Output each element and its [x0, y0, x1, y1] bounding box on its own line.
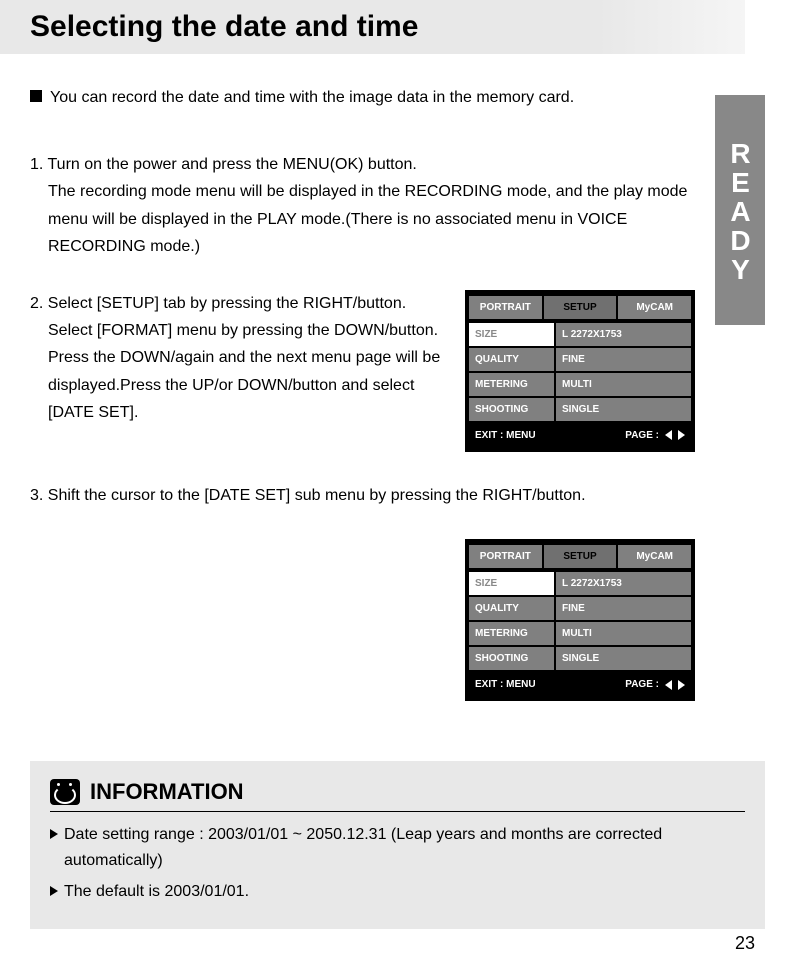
step-1: 1. Turn on the power and press the MENU(…	[30, 151, 695, 260]
value-metering: MULTI	[556, 373, 691, 396]
tab-setup: SETUP	[544, 296, 617, 319]
tab-portrait-2: PORTRAIT	[469, 545, 542, 568]
page-label-2: PAGE :	[625, 676, 659, 693]
info-item2-text: The default is 2003/01/01.	[64, 879, 249, 905]
triangle-left-icon	[665, 430, 672, 440]
tab-mycam-2: MyCAM	[618, 545, 691, 568]
label-size-2: SIZE	[469, 572, 554, 595]
title-bar: Selecting the date and time	[0, 0, 745, 54]
info-item1-text: Date setting range : 2003/01/01 ~ 2050.1…	[64, 822, 745, 873]
screen2-wrapper: PORTRAIT SETUP MyCAM SIZE L 2272X1753 QU…	[30, 539, 695, 701]
row-quality: QUALITY FINE	[469, 348, 691, 371]
value-size-2: L 2272X1753	[556, 572, 691, 595]
row-metering: METERING MULTI	[469, 373, 691, 396]
screen1-footer: EXIT : MENU PAGE :	[469, 421, 691, 446]
step1-line1: 1. Turn on the power and press the MENU(…	[30, 151, 695, 178]
row-quality-2: QUALITY FINE	[469, 597, 691, 620]
label-quality-2: QUALITY	[469, 597, 554, 620]
value-size: L 2272X1753	[556, 323, 691, 346]
label-metering: METERING	[469, 373, 554, 396]
value-quality-2: FINE	[556, 597, 691, 620]
page-arrows: PAGE :	[625, 427, 685, 444]
side-tab-ready: READY	[715, 95, 765, 325]
step-2: 2. Select [SETUP] tab by pressing the RI…	[30, 290, 695, 452]
triangle-left-icon-2	[665, 680, 672, 690]
information-box: INFORMATION Date setting range : 2003/01…	[30, 761, 765, 929]
side-tab-label: READY	[724, 138, 756, 283]
tab-setup-2: SETUP	[544, 545, 617, 568]
step3-text: 3. Shift the cursor to the [DATE SET] su…	[30, 482, 695, 509]
screen1-tabs: PORTRAIT SETUP MyCAM	[469, 296, 691, 319]
label-shooting: SHOOTING	[469, 398, 554, 421]
tab-mycam: MyCAM	[618, 296, 691, 319]
page-arrows-2: PAGE :	[625, 676, 685, 693]
row-size-2: SIZE L 2272X1753	[469, 572, 691, 595]
content-area: You can record the date and time with th…	[0, 54, 795, 701]
screen1-rows: SIZE L 2272X1753 QUALITY FINE METERING M…	[469, 323, 691, 421]
triangle-right-icon-2	[678, 680, 685, 690]
step2-text: 2. Select [SETUP] tab by pressing the RI…	[30, 290, 445, 426]
value-metering-2: MULTI	[556, 622, 691, 645]
row-metering-2: METERING MULTI	[469, 622, 691, 645]
exit-label: EXIT : MENU	[475, 427, 536, 444]
row-shooting-2: SHOOTING SINGLE	[469, 647, 691, 670]
step1-line2: The recording mode menu will be displaye…	[30, 178, 695, 260]
value-quality: FINE	[556, 348, 691, 371]
camera-screen-1: PORTRAIT SETUP MyCAM SIZE L 2272X1753 QU…	[465, 290, 695, 452]
page-number: 23	[735, 933, 755, 954]
intro-paragraph: You can record the date and time with th…	[30, 84, 695, 111]
value-shooting: SINGLE	[556, 398, 691, 421]
info-item-1: Date setting range : 2003/01/01 ~ 2050.1…	[50, 822, 745, 873]
info-item-2: The default is 2003/01/01.	[50, 879, 745, 905]
label-shooting-2: SHOOTING	[469, 647, 554, 670]
info-header: INFORMATION	[50, 779, 745, 812]
info-title: INFORMATION	[90, 779, 244, 805]
tab-portrait: PORTRAIT	[469, 296, 542, 319]
row-shooting: SHOOTING SINGLE	[469, 398, 691, 421]
screen2-footer: EXIT : MENU PAGE :	[469, 670, 691, 695]
step-3: 3. Shift the cursor to the [DATE SET] su…	[30, 482, 695, 509]
value-shooting-2: SINGLE	[556, 647, 691, 670]
row-size: SIZE L 2272X1753	[469, 323, 691, 346]
page-label: PAGE :	[625, 427, 659, 444]
page-title: Selecting the date and time	[30, 10, 725, 44]
square-bullet-icon	[30, 90, 42, 102]
label-metering-2: METERING	[469, 622, 554, 645]
triangle-bullet-icon	[50, 829, 58, 839]
label-size: SIZE	[469, 323, 554, 346]
info-face-icon	[50, 779, 80, 805]
exit-label-2: EXIT : MENU	[475, 676, 536, 693]
screen2-rows: SIZE L 2272X1753 QUALITY FINE METERING M…	[469, 572, 691, 670]
screen2-tabs: PORTRAIT SETUP MyCAM	[469, 545, 691, 568]
label-quality: QUALITY	[469, 348, 554, 371]
triangle-bullet-icon-2	[50, 886, 58, 896]
camera-screen-2: PORTRAIT SETUP MyCAM SIZE L 2272X1753 QU…	[465, 539, 695, 701]
triangle-right-icon	[678, 430, 685, 440]
intro-text: You can record the date and time with th…	[50, 84, 574, 111]
